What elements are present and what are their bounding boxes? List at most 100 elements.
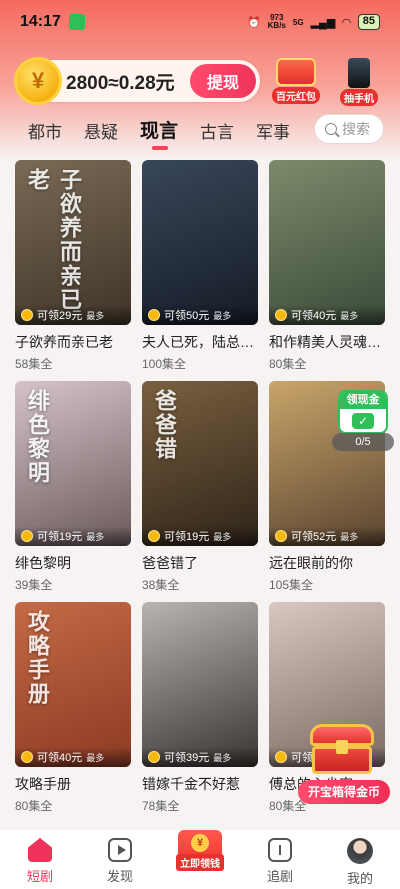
signal-icon: ▂▄▆ [310, 16, 336, 29]
episode-count: 78集全 [142, 799, 180, 813]
episode-count: 38集全 [142, 578, 180, 592]
reward-badge: 可领40元最多 [15, 747, 131, 767]
episode-count: 105集全 [269, 578, 314, 592]
network-speed: 973 KB/s [268, 14, 286, 30]
search-icon [325, 123, 337, 135]
drama-title[interactable]: 夫人已死，陆总悔疯了 [142, 332, 258, 352]
drama-card[interactable]: 绯色黎明 可领19元 最多 绯色黎明 39集全 [15, 381, 131, 602]
status-time: 14:17 [20, 13, 61, 30]
coin-icon [275, 751, 287, 763]
coin-balance-banner[interactable]: ¥ 2800≈0.28元 提现 [14, 57, 260, 105]
nav-claim-money-label: 立即领钱 [176, 854, 224, 871]
reward-progress: 0/5 [332, 433, 394, 451]
nav-home-label: 短剧 [26, 869, 53, 884]
open-treasure-button[interactable]: 开宝箱得金币 [298, 780, 390, 804]
status-indicators: ⏰ 973 KB/s 5G ▂▄▆ ◠ 85 [247, 14, 380, 30]
reward-badge: 可领29元 最多 [15, 305, 131, 325]
reward-max-label: 最多 [213, 531, 232, 542]
episode-count: 39集全 [15, 578, 53, 592]
bookmark-icon [268, 838, 292, 862]
alarm-icon: ⏰ [246, 16, 261, 29]
search-placeholder: 搜索 [342, 121, 370, 137]
reward-amount: 可领19元 [164, 531, 210, 543]
coin-balance-text: 2800≈0.28元 [66, 72, 175, 94]
reward-badge: 可领50元 最多 [142, 305, 258, 325]
treasure-chest-icon[interactable] [306, 720, 378, 778]
nav-discover-label: 发现 [106, 869, 133, 884]
drama-title[interactable]: 绯色黎明 [15, 553, 131, 573]
drama-poster[interactable]: 可领39元 最多 [142, 602, 258, 767]
drama-title[interactable]: 子欲养而亲已老 [15, 332, 131, 352]
drama-title[interactable]: 远在眼前的你 [269, 553, 385, 573]
drama-poster[interactable]: 攻略手册可领40元 最多 [15, 602, 131, 767]
tab-dushi[interactable]: 都市 [28, 118, 62, 143]
drama-card[interactable]: 爸爸错 可领19元 最多爸爸错了 38集全 [142, 381, 258, 602]
reward-amount: 可领40元 [37, 752, 83, 764]
episode-count: 58集全 [15, 357, 53, 371]
battery-indicator: 85 [357, 14, 380, 30]
drama-poster[interactable]: 爸爸错 可领19元 最多 [142, 381, 258, 546]
tab-junshi[interactable]: 军事 [256, 118, 290, 143]
coin-icon [148, 751, 160, 763]
reward-amount: 可领52元 [291, 531, 337, 543]
nav-mine-label: 我的 [346, 871, 373, 886]
reward-badge: 可领19元 最多 [142, 526, 258, 546]
drama-title[interactable]: 爸爸错了 [142, 553, 258, 573]
drama-title[interactable]: 错嫁千金不好惹 [142, 774, 258, 794]
cash-reward-widget[interactable]: 领现金 ✓ [338, 390, 388, 434]
poster-title-art: 攻略手册 [24, 610, 50, 706]
reward-badge: 可领40元最多 [269, 305, 385, 325]
hundred-red-packet-promo[interactable]: 百元红包 [272, 58, 320, 104]
reward-max-label: 最多 [86, 531, 105, 542]
withdraw-button[interactable]: 提现 [190, 64, 256, 98]
episode-count: 80集全 [269, 357, 307, 371]
drama-card[interactable]: 子欲养而亲已老 可领29元 最多 子欲养而亲已老 58集全 [15, 160, 131, 381]
avatar [347, 838, 373, 864]
nav-mine[interactable]: 我的 [328, 838, 392, 887]
check-icon: ✓ [352, 413, 374, 429]
coin-icon [21, 751, 33, 763]
coin-icon [275, 530, 287, 542]
phone-icon [348, 58, 370, 88]
reward-max-label: 最多 [340, 310, 359, 321]
coin-icon [275, 309, 287, 321]
win-phone-label: 抽手机 [340, 89, 378, 106]
drama-card[interactable]: 可领50元最多夫人已死，陆总悔疯了 100集全 [142, 160, 258, 381]
reward-amount: 可领39元 [164, 752, 210, 764]
nav-follow-label: 追剧 [266, 869, 293, 884]
tab-xuanyi[interactable]: 悬疑 [84, 118, 118, 143]
win-phone-promo[interactable]: 抽手机 [340, 58, 378, 106]
reward-badge: 可领52元 最多 [269, 526, 385, 546]
drama-poster[interactable]: 绯色黎明可领19元 最多 [15, 381, 131, 546]
tab-guyan[interactable]: 古言 [200, 118, 234, 143]
drama-title[interactable]: 攻略手册 [15, 774, 131, 794]
gold-coin-icon: ¥ [14, 57, 62, 105]
search-button[interactable]: 搜索 [314, 114, 384, 144]
poster-title-art: 绯色黎明 [24, 389, 50, 485]
reward-amount: 可领29元 [37, 310, 83, 322]
nav-claim-money[interactable]: 立即领钱 [168, 830, 232, 871]
drama-title[interactable]: 和作精美人灵魂互换后 [269, 332, 385, 352]
poster-title-art: 子欲养而亲已老 [24, 168, 82, 312]
hundred-red-packet-label: 百元红包 [272, 87, 320, 104]
category-tabs: 都市 悬疑 现言 古言 军事 [28, 116, 290, 150]
coin-icon [148, 309, 160, 321]
nav-discover[interactable]: 发现 [88, 838, 152, 885]
drama-poster[interactable]: 可领40元最多 [269, 160, 385, 325]
nav-follow[interactable]: 追剧 [248, 838, 312, 885]
reward-max-label: 最多 [86, 310, 105, 321]
coin-icon [21, 309, 33, 321]
reward-badge: 可领19元 最多 [15, 526, 131, 546]
drama-card[interactable]: 可领40元最多和作精美人灵魂互换后 80集全 [269, 160, 385, 381]
reward-amount: 可领40元 [291, 310, 337, 322]
reward-badge: 可领39元 最多 [142, 747, 258, 767]
tab-xianyan[interactable]: 现言 [140, 116, 178, 150]
bottom-navigation: 短剧 发现 立即领钱 追剧 我的 [0, 829, 400, 889]
drama-card[interactable]: 攻略手册 可领40元 最多 攻略手册 80集全 [15, 602, 131, 823]
cash-reward-label: 领现金 [340, 392, 386, 409]
status-bar: 14:17 ⏰ 973 KB/s 5G ▂▄▆ ◠ 85 [0, 0, 400, 44]
drama-poster[interactable]: 可领50元 最多 [142, 160, 258, 325]
drama-card[interactable]: 可领39元 最多 错嫁千金不好惹 78集全 [142, 602, 258, 823]
drama-poster[interactable]: 子欲养而亲已老 可领29元 最多 [15, 160, 131, 325]
nav-home[interactable]: 短剧 [8, 838, 72, 885]
